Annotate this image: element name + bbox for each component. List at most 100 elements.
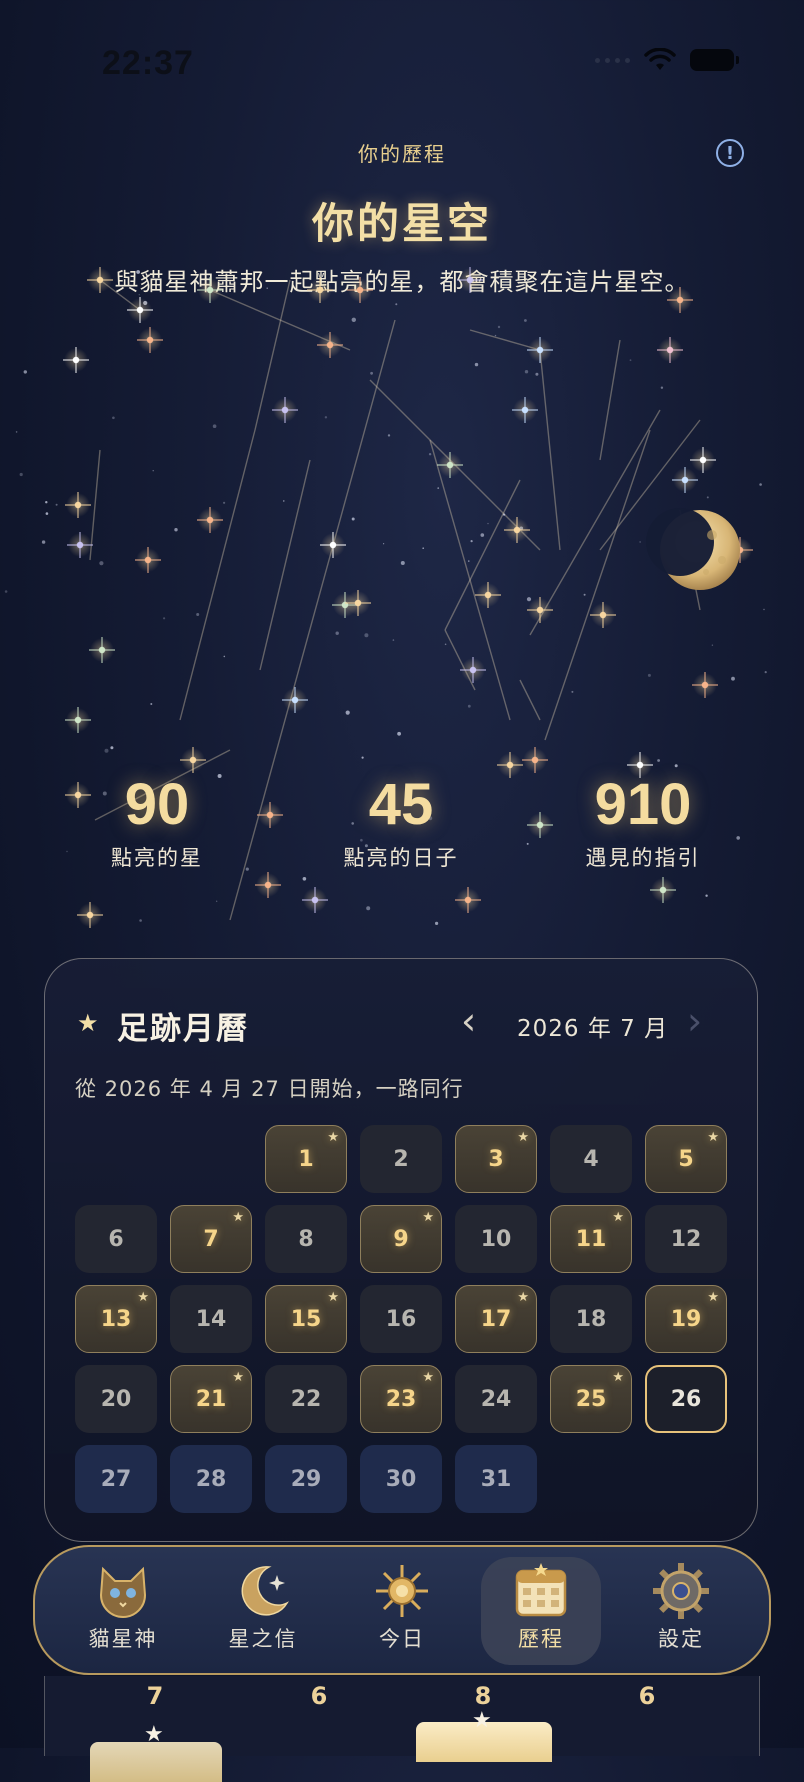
moon-icon xyxy=(646,508,740,590)
calendar-day-normal[interactable]: 10 xyxy=(455,1205,537,1273)
calendar-blank xyxy=(170,1125,252,1193)
calendar-day-normal[interactable]: 12 xyxy=(645,1205,727,1273)
tab-label: 設定 xyxy=(658,1627,704,1651)
day-number: 1 xyxy=(298,1146,314,1172)
calendar-day-today[interactable]: 26 xyxy=(645,1365,727,1433)
day-number: 29 xyxy=(290,1466,322,1492)
chevron-right-icon[interactable]: › xyxy=(687,999,702,1043)
day-number: 15 xyxy=(290,1306,322,1332)
sun-icon xyxy=(376,1565,428,1617)
calendar-day-lit[interactable]: 21 ★ xyxy=(170,1365,252,1433)
calendar-day-lit[interactable]: 1 ★ xyxy=(265,1125,347,1193)
stat-stars: 90 點亮的星 xyxy=(47,770,267,872)
calendar-day-future[interactable]: 29 xyxy=(265,1445,347,1513)
day-number: 10 xyxy=(480,1226,512,1252)
page-title: 你的星空 xyxy=(311,199,492,248)
stat-value: 90 xyxy=(124,772,190,837)
day-number: 19 xyxy=(670,1306,702,1332)
chevron-left-icon[interactable]: ‹ xyxy=(461,999,476,1043)
calendar-day-lit[interactable]: 25 ★ xyxy=(550,1365,632,1433)
calendar-title: 足跡月曆 xyxy=(117,1011,249,1047)
calendar-day-lit[interactable]: 17 ★ xyxy=(455,1285,537,1353)
bar-count: 6 xyxy=(638,1682,656,1710)
calendar-day-normal[interactable]: 16 xyxy=(360,1285,442,1353)
tab-settings[interactable]: 設定 xyxy=(621,1557,741,1665)
calendar-day-future[interactable]: 30 xyxy=(360,1445,442,1513)
day-number: 28 xyxy=(195,1466,227,1492)
calendar-day-normal[interactable]: 2 xyxy=(360,1125,442,1193)
bar xyxy=(90,1742,222,1782)
star-icon: ★ xyxy=(612,1370,624,1385)
day-number: 14 xyxy=(195,1306,227,1332)
stat-label: 點亮的日子 xyxy=(343,846,459,870)
star-icon: ★ xyxy=(517,1130,529,1145)
calendar-day-normal[interactable]: 14 xyxy=(170,1285,252,1353)
calendar-day-normal[interactable]: 4 xyxy=(550,1125,632,1193)
day-number: 9 xyxy=(393,1226,409,1252)
day-number: 22 xyxy=(290,1386,322,1412)
tab-cat-god[interactable]: 貓星神 xyxy=(63,1557,183,1665)
calendar-day-normal[interactable]: 8 xyxy=(265,1205,347,1273)
day-number: 30 xyxy=(385,1466,417,1492)
stat-label: 點亮的星 xyxy=(111,846,203,870)
day-number: 13 xyxy=(100,1306,132,1332)
info-icon[interactable]: ! xyxy=(716,139,744,167)
tab-label: 歷程 xyxy=(518,1627,564,1651)
day-number: 7 xyxy=(203,1226,219,1252)
calendar-day-lit[interactable]: 11 ★ xyxy=(550,1205,632,1273)
star-icon: ★ xyxy=(517,1290,529,1305)
calendar-day-lit[interactable]: 19 ★ xyxy=(645,1285,727,1353)
star-icon: ★ xyxy=(232,1370,244,1385)
tab-label: 星之信 xyxy=(228,1627,298,1651)
star-icon: ★ xyxy=(422,1210,434,1225)
calendar-day-lit[interactable]: 7 ★ xyxy=(170,1205,252,1273)
calendar-day-lit[interactable]: 23 ★ xyxy=(360,1365,442,1433)
calendar-day-future[interactable]: 31 xyxy=(455,1445,537,1513)
calendar-day-lit[interactable]: 9 ★ xyxy=(360,1205,442,1273)
star-icon: ★ xyxy=(612,1210,624,1225)
tab-label: 貓星神 xyxy=(88,1627,158,1651)
page-small-title: 你的歷程 xyxy=(358,142,446,166)
calendar-day-normal[interactable]: 20 xyxy=(75,1365,157,1433)
day-number: 17 xyxy=(480,1306,512,1332)
star-icon: ★ xyxy=(77,1009,99,1037)
footprint-calendar: ★ 足跡月曆 ‹ 2026 年 7 月 › 從 2026 年 4 月 27 日開… xyxy=(44,958,758,1542)
day-number: 31 xyxy=(480,1466,512,1492)
star-icon: ★ xyxy=(327,1130,339,1145)
status-icons xyxy=(595,48,739,72)
calendar-day-future[interactable]: 28 xyxy=(170,1445,252,1513)
gear-icon xyxy=(653,1563,709,1619)
day-number: 20 xyxy=(100,1386,132,1412)
tab-history[interactable]: 歷程 xyxy=(481,1557,601,1665)
star-icon: ★ xyxy=(472,1708,492,1733)
calendar-day-normal[interactable]: 18 xyxy=(550,1285,632,1353)
tab-label: 今日 xyxy=(379,1627,425,1651)
calendar-day-lit[interactable]: 5 ★ xyxy=(645,1125,727,1193)
calendar-day-normal[interactable]: 22 xyxy=(265,1365,347,1433)
status-time: 22:37 xyxy=(102,44,194,82)
star-icon: ★ xyxy=(707,1130,719,1145)
calendar-day-normal[interactable]: 6 xyxy=(75,1205,157,1273)
calendar-day-normal[interactable]: 24 xyxy=(455,1365,537,1433)
calendar-icon xyxy=(515,1563,567,1617)
bar-count: 8 xyxy=(474,1682,492,1710)
day-number: 4 xyxy=(583,1146,599,1172)
star-icon: ★ xyxy=(144,1722,164,1747)
tab-star-letter[interactable]: 星之信 xyxy=(203,1557,323,1665)
tab-today[interactable]: 今日 xyxy=(342,1557,462,1665)
calendar-day-lit[interactable]: 3 ★ xyxy=(455,1125,537,1193)
battery-icon xyxy=(690,49,739,71)
bar-count: 7 xyxy=(146,1682,164,1710)
day-number: 24 xyxy=(480,1386,512,1412)
day-number: 5 xyxy=(678,1146,694,1172)
star-icon: ★ xyxy=(232,1210,244,1225)
calendar-day-lit[interactable]: 13 ★ xyxy=(75,1285,157,1353)
stat-value: 45 xyxy=(368,772,434,837)
stat-value: 910 xyxy=(594,772,692,837)
star-icon: ★ xyxy=(707,1290,719,1305)
stat-label: 遇見的指引 xyxy=(585,846,701,870)
stat-days: 45 點亮的日子 xyxy=(291,770,511,872)
calendar-day-future[interactable]: 27 xyxy=(75,1445,157,1513)
calendar-day-lit[interactable]: 15 ★ xyxy=(265,1285,347,1353)
day-number: 2 xyxy=(393,1146,409,1172)
